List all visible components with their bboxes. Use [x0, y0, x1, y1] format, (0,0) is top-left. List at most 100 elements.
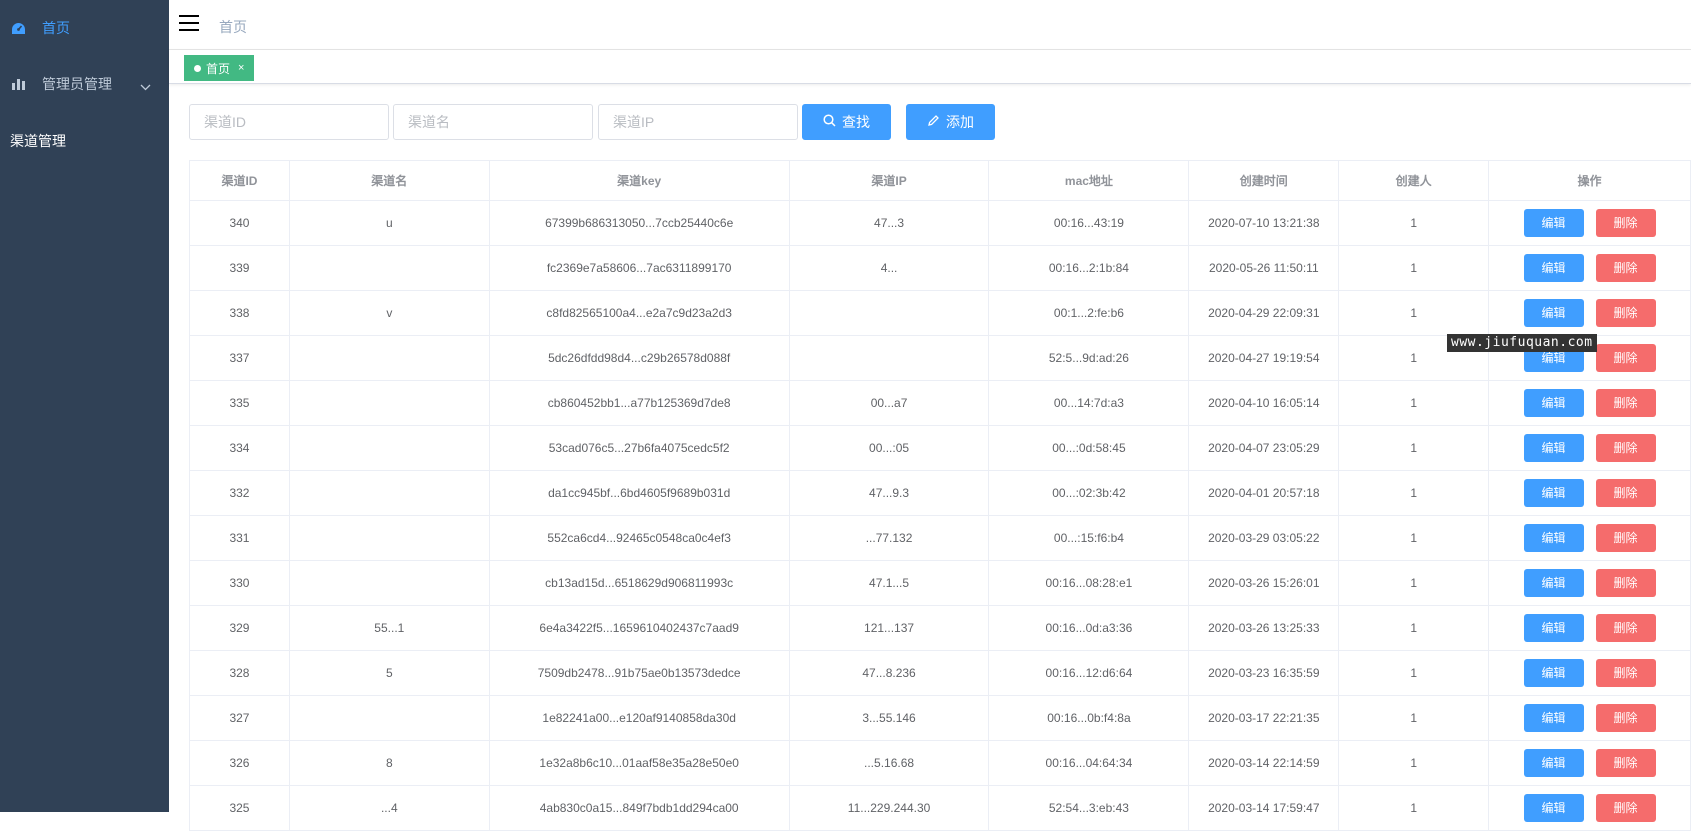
delete-button[interactable]: 删除 — [1595, 524, 1656, 552]
cell-mac-address: 00:16...0b:f4:8a — [988, 695, 1190, 741]
cell-mac-address: 00:16...0d:a3:36 — [988, 605, 1190, 651]
cell-channel-name: u — [288, 200, 490, 246]
cell-channel-name: 5 — [288, 650, 490, 696]
cell-channel-key: 5dc26dfdd98d4...c29b26578d088f — [488, 335, 790, 381]
cell-channel-key: 6e4a3422f5...1659610402437c7aad9 — [488, 605, 790, 651]
cell-created-time: 2020-05-26 11:50:11 — [1188, 245, 1340, 291]
close-icon[interactable]: × — [238, 62, 244, 74]
cell-channel-ip: ...77.132 — [788, 515, 990, 561]
cell-created-time: 2020-03-17 22:21:35 — [1188, 695, 1340, 741]
cell-channel-ip: ...5.16.68 — [788, 740, 990, 786]
cell-channel-id: 331 — [189, 515, 290, 561]
cell-channel-name — [288, 335, 490, 381]
cell-creator: 1 — [1338, 740, 1490, 786]
edit-button[interactable]: 编辑 — [1523, 704, 1584, 732]
delete-button[interactable]: 删除 — [1595, 659, 1656, 687]
edit-button[interactable]: 编辑 — [1523, 794, 1584, 822]
table-row: 332 da1cc945bf...6bd4605f9689b031d 47...9.… — [189, 470, 1691, 516]
edit-button[interactable]: 编辑 — [1523, 569, 1584, 597]
table-header-row: 渠道ID 渠道名 渠道key 渠道IP mac地址 创建时间 创建人 操作 — [189, 160, 1691, 201]
delete-button[interactable]: 删除 — [1595, 479, 1656, 507]
delete-button[interactable]: 删除 — [1595, 569, 1656, 597]
cell-actions: 编辑 删除 — [1488, 740, 1691, 786]
edit-button[interactable]: 编辑 — [1523, 389, 1584, 417]
cell-creator: 1 — [1338, 785, 1490, 831]
cell-created-time: 2020-03-26 15:26:01 — [1188, 560, 1340, 606]
delete-button[interactable]: 删除 — [1595, 704, 1656, 732]
edit-button[interactable]: 编辑 — [1523, 659, 1584, 687]
cell-creator: 1 — [1338, 245, 1490, 291]
cell-creator: 1 — [1338, 425, 1490, 471]
cell-channel-ip: 3...55.146 — [788, 695, 990, 741]
breadcrumb[interactable]: 首页 — [219, 17, 247, 37]
cell-mac-address: 00:1...2:fe:b6 — [988, 290, 1190, 336]
cell-channel-id: 325 — [189, 785, 290, 831]
delete-button[interactable]: 删除 — [1595, 434, 1656, 462]
cell-actions: 编辑 删除 — [1488, 380, 1691, 426]
edit-button[interactable]: 编辑 — [1523, 479, 1584, 507]
add-button[interactable]: 添加 — [906, 104, 995, 140]
delete-button[interactable]: 删除 — [1595, 344, 1656, 372]
sidebar-item-home[interactable]: 首页 — [0, 0, 169, 56]
delete-button[interactable]: 删除 — [1595, 749, 1656, 777]
cell-channel-ip: 47...3 — [788, 200, 990, 246]
cell-created-time: 2020-04-29 22:09:31 — [1188, 290, 1340, 336]
sidebar-item-label: 管理员管理 — [42, 76, 112, 92]
delete-button[interactable]: 删除 — [1595, 254, 1656, 282]
cell-mac-address: 00...14:7d:a3 — [988, 380, 1190, 426]
cell-channel-key: da1cc945bf...6bd4605f9689b031d — [488, 470, 790, 516]
cell-creator: 1 — [1338, 695, 1490, 741]
table-row: 339 fc2369e7a58606...7ac6311899170 4... 00:… — [189, 245, 1691, 291]
cell-created-time: 2020-03-26 13:25:33 — [1188, 605, 1340, 651]
table-row: 340 u 67399b686313050...7ccb25440c6e 47...3… — [189, 200, 1691, 246]
table-row: 335 cb860452bb1...a77b125369d7de8 00...a7 0… — [189, 380, 1691, 426]
sidebar-item-channel[interactable]: 渠道管理 — [0, 116, 169, 166]
hamburger-icon[interactable] — [179, 15, 199, 33]
delete-button[interactable]: 删除 — [1595, 614, 1656, 642]
tag-home[interactable]: 首页 × — [184, 55, 255, 81]
delete-button[interactable]: 删除 — [1595, 299, 1656, 327]
cell-channel-key: cb860452bb1...a77b125369d7de8 — [488, 380, 790, 426]
delete-button[interactable]: 删除 — [1595, 209, 1656, 237]
cell-channel-key: 7509db2478...91b75ae0b13573dedce — [488, 650, 790, 696]
cell-channel-key: 4ab830c0a15...849f7bdb1dd294ca00 — [488, 785, 790, 831]
cell-actions: 编辑 删除 — [1488, 695, 1691, 741]
cell-channel-ip: 47.1...5 — [788, 560, 990, 606]
cell-channel-id: 335 — [189, 380, 290, 426]
column-header: 渠道名 — [288, 160, 490, 201]
cell-creator: 1 — [1338, 470, 1490, 516]
channel-name-input[interactable] — [393, 104, 593, 140]
cell-actions: 编辑 删除 — [1488, 605, 1691, 651]
cell-channel-name — [288, 380, 490, 426]
search-icon — [823, 114, 836, 130]
sidebar: 首页 管理员管理 渠道管理 — [0, 0, 169, 812]
cell-created-time: 2020-03-14 22:14:59 — [1188, 740, 1340, 786]
cell-mac-address: 52:54...3:eb:43 — [988, 785, 1190, 831]
channel-id-input[interactable] — [189, 104, 389, 140]
cell-creator: 1 — [1338, 605, 1490, 651]
search-button[interactable]: 查找 — [802, 104, 891, 140]
edit-button[interactable]: 编辑 — [1523, 434, 1584, 462]
edit-button[interactable]: 编辑 — [1523, 749, 1584, 777]
cell-created-time: 2020-03-23 16:35:59 — [1188, 650, 1340, 696]
add-label: 添加 — [946, 114, 974, 130]
cell-channel-name — [288, 425, 490, 471]
cell-creator: 1 — [1338, 650, 1490, 696]
edit-button[interactable]: 编辑 — [1523, 209, 1584, 237]
edit-button[interactable]: 编辑 — [1523, 524, 1584, 552]
cell-channel-id: 327 — [189, 695, 290, 741]
cell-channel-ip: 4... — [788, 245, 990, 291]
edit-button[interactable]: 编辑 — [1523, 254, 1584, 282]
channel-ip-input[interactable] — [598, 104, 798, 140]
delete-button[interactable]: 删除 — [1595, 794, 1656, 822]
cell-channel-key: fc2369e7a58606...7ac6311899170 — [488, 245, 790, 291]
edit-button[interactable]: 编辑 — [1523, 299, 1584, 327]
watermark: www.jiufuquan.com — [1447, 334, 1597, 352]
cell-actions: 编辑 删除 — [1488, 785, 1691, 831]
delete-button[interactable]: 删除 — [1595, 389, 1656, 417]
cell-channel-key: 1e82241a00...e120af9140858da30d — [488, 695, 790, 741]
sidebar-item-admin[interactable]: 管理员管理 — [0, 56, 169, 112]
cell-channel-ip — [788, 335, 990, 381]
edit-button[interactable]: 编辑 — [1523, 614, 1584, 642]
table-row: 329 55...1 6e4a3422f5...1659610402437c7aad… — [189, 605, 1691, 651]
